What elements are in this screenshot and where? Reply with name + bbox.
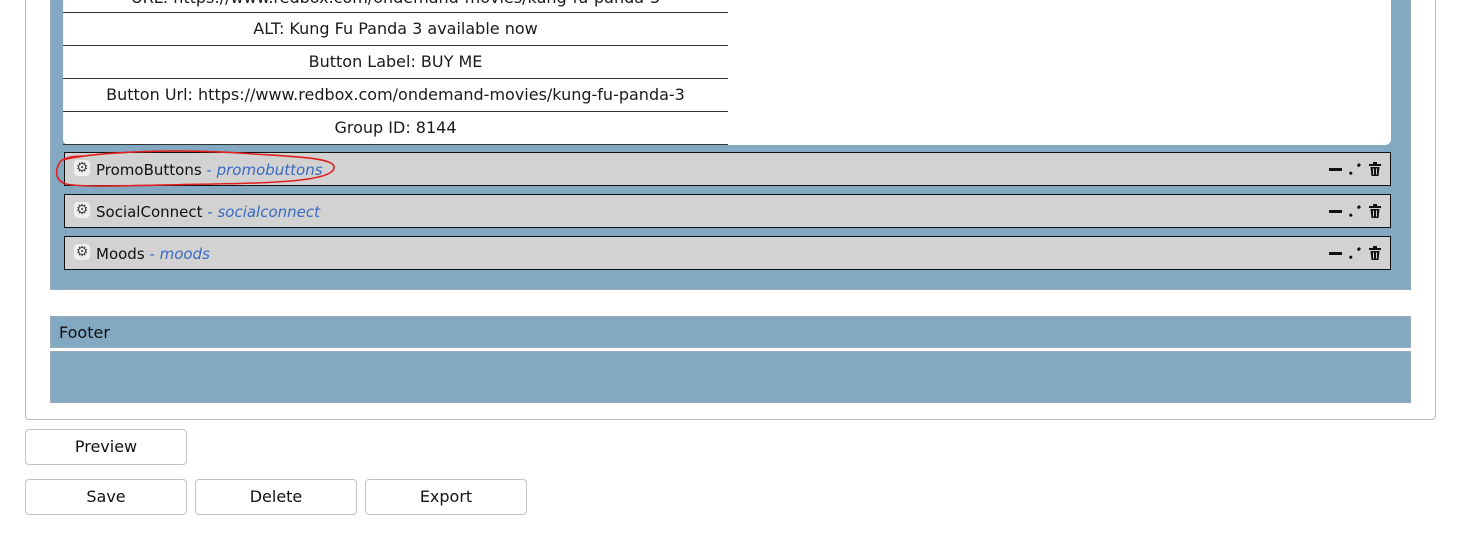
module-title: SocialConnect - socialconnect [96, 203, 320, 221]
trash-icon[interactable] [1368, 203, 1382, 219]
module-details-table: URL: https://www.redbox.com/ondemand-mov… [63, 0, 728, 145]
module-title: PromoButtons - promobuttons [96, 161, 323, 179]
module-separator: - [202, 203, 218, 221]
trash-icon[interactable] [1368, 245, 1382, 261]
gear-icon[interactable]: ⚙ [74, 244, 90, 260]
minus-icon[interactable] [1328, 203, 1342, 219]
wrench-icon[interactable] [1348, 203, 1362, 219]
module-name: Moods [96, 245, 145, 263]
module-title: Moods - moods [96, 245, 210, 263]
module-separator: - [201, 161, 217, 179]
selected-module-card: URL: https://www.redbox.com/ondemand-mov… [63, 0, 1391, 145]
module-separator: - [144, 245, 160, 263]
module-actions [1328, 203, 1382, 219]
export-button[interactable]: Export [365, 479, 527, 515]
gear-icon[interactable]: ⚙ [74, 202, 90, 218]
module-name: SocialConnect [96, 203, 203, 221]
minus-icon[interactable] [1328, 161, 1342, 177]
module-row-moods[interactable]: ⚙ Moods - moods [64, 236, 1391, 270]
trash-icon[interactable] [1368, 161, 1382, 177]
wrench-icon[interactable] [1348, 245, 1362, 261]
module-name: PromoButtons [96, 161, 202, 179]
detail-button-label: Button Label: BUY ME [63, 46, 728, 79]
footer-section-header: Footer [50, 316, 1411, 348]
wrench-icon[interactable] [1348, 161, 1362, 177]
footer-section-body [50, 351, 1411, 403]
detail-alt: ALT: Kung Fu Panda 3 available now [63, 13, 728, 46]
module-row-socialconnect[interactable]: ⚙ SocialConnect - socialconnect [64, 194, 1391, 228]
minus-icon[interactable] [1328, 245, 1342, 261]
gear-icon[interactable]: ⚙ [74, 160, 90, 176]
module-slug[interactable]: promobuttons [217, 161, 323, 179]
module-slug[interactable]: moods [160, 245, 210, 263]
detail-url: URL: https://www.redbox.com/ondemand-mov… [63, 0, 728, 13]
preview-button[interactable]: Preview [25, 429, 187, 465]
module-actions [1328, 245, 1382, 261]
module-slug[interactable]: socialconnect [217, 203, 320, 221]
save-button[interactable]: Save [25, 479, 187, 515]
detail-button-url: Button Url: https://www.redbox.com/ondem… [63, 79, 728, 112]
detail-group-id: Group ID: 8144 [63, 112, 728, 145]
delete-button[interactable]: Delete [195, 479, 357, 515]
module-actions [1328, 161, 1382, 177]
module-row-promobuttons[interactable]: ⚙ PromoButtons - promobuttons [64, 152, 1391, 186]
